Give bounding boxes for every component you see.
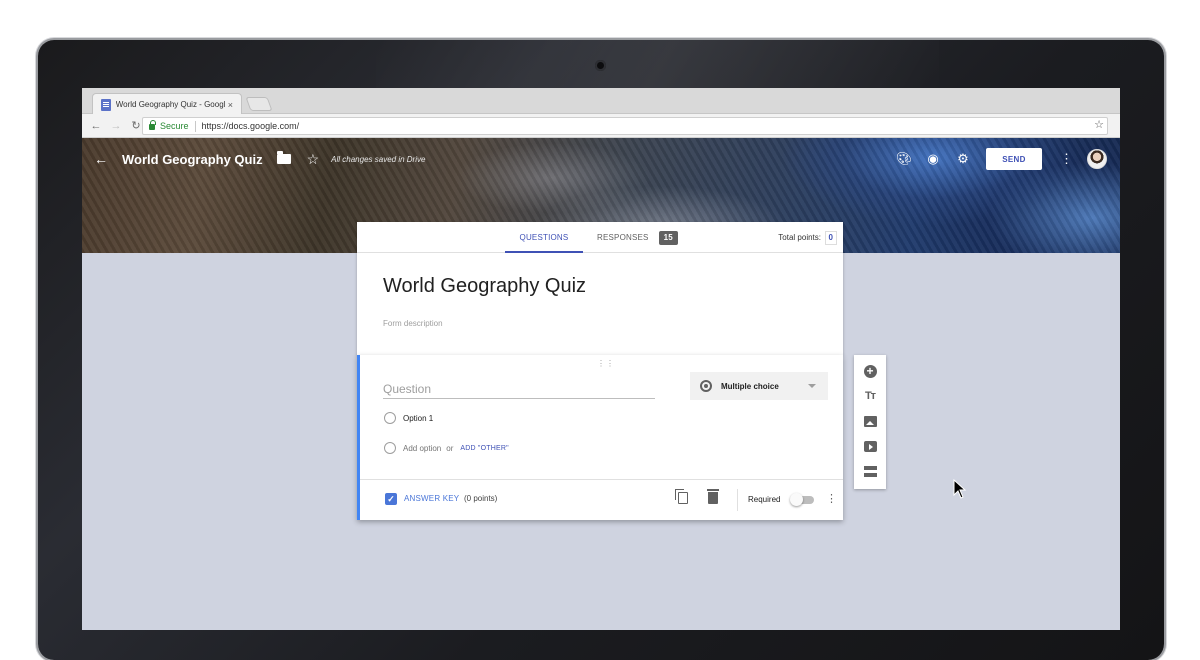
option-radio-icon xyxy=(384,412,396,424)
add-question-button[interactable]: + xyxy=(862,363,878,379)
or-text: or xyxy=(446,443,454,453)
answer-key-checkbox-icon[interactable]: ✓ xyxy=(385,493,397,505)
duplicate-icon[interactable] xyxy=(675,489,688,504)
tab-title: World Geography Quiz - Google xyxy=(115,100,225,109)
more-vert-icon[interactable]: ⋮ xyxy=(1060,151,1073,167)
add-title-icon: Tт xyxy=(864,390,876,402)
dropdown-arrow-icon xyxy=(808,384,816,388)
header-bar: ← World Geography Quiz ☆ All changes sav… xyxy=(82,138,1120,180)
add-section-button[interactable] xyxy=(862,463,878,479)
settings-gear-icon[interactable]: ⚙ xyxy=(956,151,970,167)
question-type-label: Multiple choice xyxy=(721,381,779,391)
form-card: QUESTIONS RESPONSES 15 Total points: 0 W… xyxy=(357,222,843,356)
mouse-cursor-icon xyxy=(953,479,967,499)
add-image-button[interactable] xyxy=(862,413,878,429)
tab-responses[interactable]: RESPONSES 15 xyxy=(597,222,678,253)
browser-screen: World Geography Quiz - Google × ← → ↻ Se… xyxy=(82,88,1120,630)
drag-handle-icon[interactable]: ⋮⋮ xyxy=(597,359,615,368)
add-option-link[interactable]: Add option xyxy=(403,444,441,453)
question-footer: ✓ ANSWER KEY (0 points) Required ⋮ xyxy=(360,479,843,520)
form-title-field[interactable]: World Geography Quiz xyxy=(383,275,817,298)
add-option-radio-icon xyxy=(384,442,396,454)
total-points-value: 0 xyxy=(824,231,837,245)
required-toggle[interactable] xyxy=(790,493,814,506)
required-label: Required xyxy=(748,495,781,504)
add-other-link[interactable]: ADD "OTHER" xyxy=(460,445,508,452)
add-question-icon: + xyxy=(863,364,877,378)
lock-icon xyxy=(149,120,156,130)
question-input[interactable]: Question xyxy=(383,382,655,399)
save-status: All changes saved in Drive xyxy=(331,154,426,164)
responses-count-badge: 15 xyxy=(658,230,678,245)
webcam xyxy=(595,60,606,71)
points-label: (0 points) xyxy=(464,494,498,503)
folder-icon[interactable] xyxy=(276,151,291,164)
browser-tab[interactable]: World Geography Quiz - Google × xyxy=(92,93,242,115)
bookmark-star-icon[interactable]: ☆ xyxy=(1094,118,1104,131)
back-icon[interactable]: ← xyxy=(94,151,110,167)
tab-responses-label: RESPONSES xyxy=(597,233,649,242)
delete-icon[interactable] xyxy=(707,489,719,504)
question-type-dropdown[interactable]: Multiple choice xyxy=(690,372,828,400)
answer-key-button[interactable]: ANSWER KEY xyxy=(404,494,459,503)
form-description-field[interactable]: Form description xyxy=(383,319,817,328)
tab-questions[interactable]: QUESTIONS xyxy=(505,222,583,253)
forms-doc-icon xyxy=(101,98,111,111)
form-tabs: QUESTIONS RESPONSES 15 Total points: 0 xyxy=(357,222,843,253)
url-text: https://docs.google.com/ xyxy=(201,121,300,131)
question-card[interactable]: ⋮⋮ Question Multiple choice Option 1 Add… xyxy=(357,355,843,520)
header-form-title[interactable]: World Geography Quiz xyxy=(122,152,263,167)
footer-divider xyxy=(737,489,738,511)
add-option-row: Add option or ADD "OTHER" xyxy=(384,442,509,454)
radio-button-icon xyxy=(700,380,712,392)
add-item-toolbar: + Tт xyxy=(854,355,886,489)
question-more-icon[interactable]: ⋮ xyxy=(826,492,837,505)
add-title-button[interactable]: Tт xyxy=(862,388,878,404)
add-section-icon xyxy=(863,465,877,477)
send-button[interactable]: SEND xyxy=(986,148,1042,170)
browser-toolbar: ← → ↻ Secure https://docs.google.com/ xyxy=(82,114,1120,138)
new-tab-button[interactable] xyxy=(245,97,273,111)
option-1-input[interactable]: Option 1 xyxy=(403,414,433,423)
preview-eye-icon[interactable]: ◉ xyxy=(926,151,940,167)
reload-icon[interactable]: ↻ xyxy=(130,119,142,132)
address-bar[interactable]: Secure https://docs.google.com/ xyxy=(142,117,1108,135)
back-arrow-icon[interactable]: ← xyxy=(90,120,102,132)
omnibox-divider xyxy=(194,120,196,132)
forward-arrow-icon[interactable]: → xyxy=(110,120,122,132)
form-title-block: World Geography Quiz Form description xyxy=(357,253,843,356)
add-video-icon xyxy=(863,440,877,452)
option-row: Option 1 xyxy=(384,412,433,424)
header-actions: 🎨︎ ◉ ⚙ SEND ⋮ xyxy=(896,138,1120,180)
total-points-label: Total points: xyxy=(778,233,821,242)
star-icon[interactable]: ☆ xyxy=(307,151,320,168)
tab-close-icon[interactable]: × xyxy=(228,100,233,110)
avatar[interactable] xyxy=(1087,149,1107,169)
palette-icon[interactable]: 🎨︎ xyxy=(896,151,913,167)
add-image-icon xyxy=(863,415,877,427)
tab-bar: World Geography Quiz - Google × xyxy=(82,88,1120,115)
secure-label: Secure xyxy=(160,121,189,131)
add-video-button[interactable] xyxy=(862,438,878,454)
